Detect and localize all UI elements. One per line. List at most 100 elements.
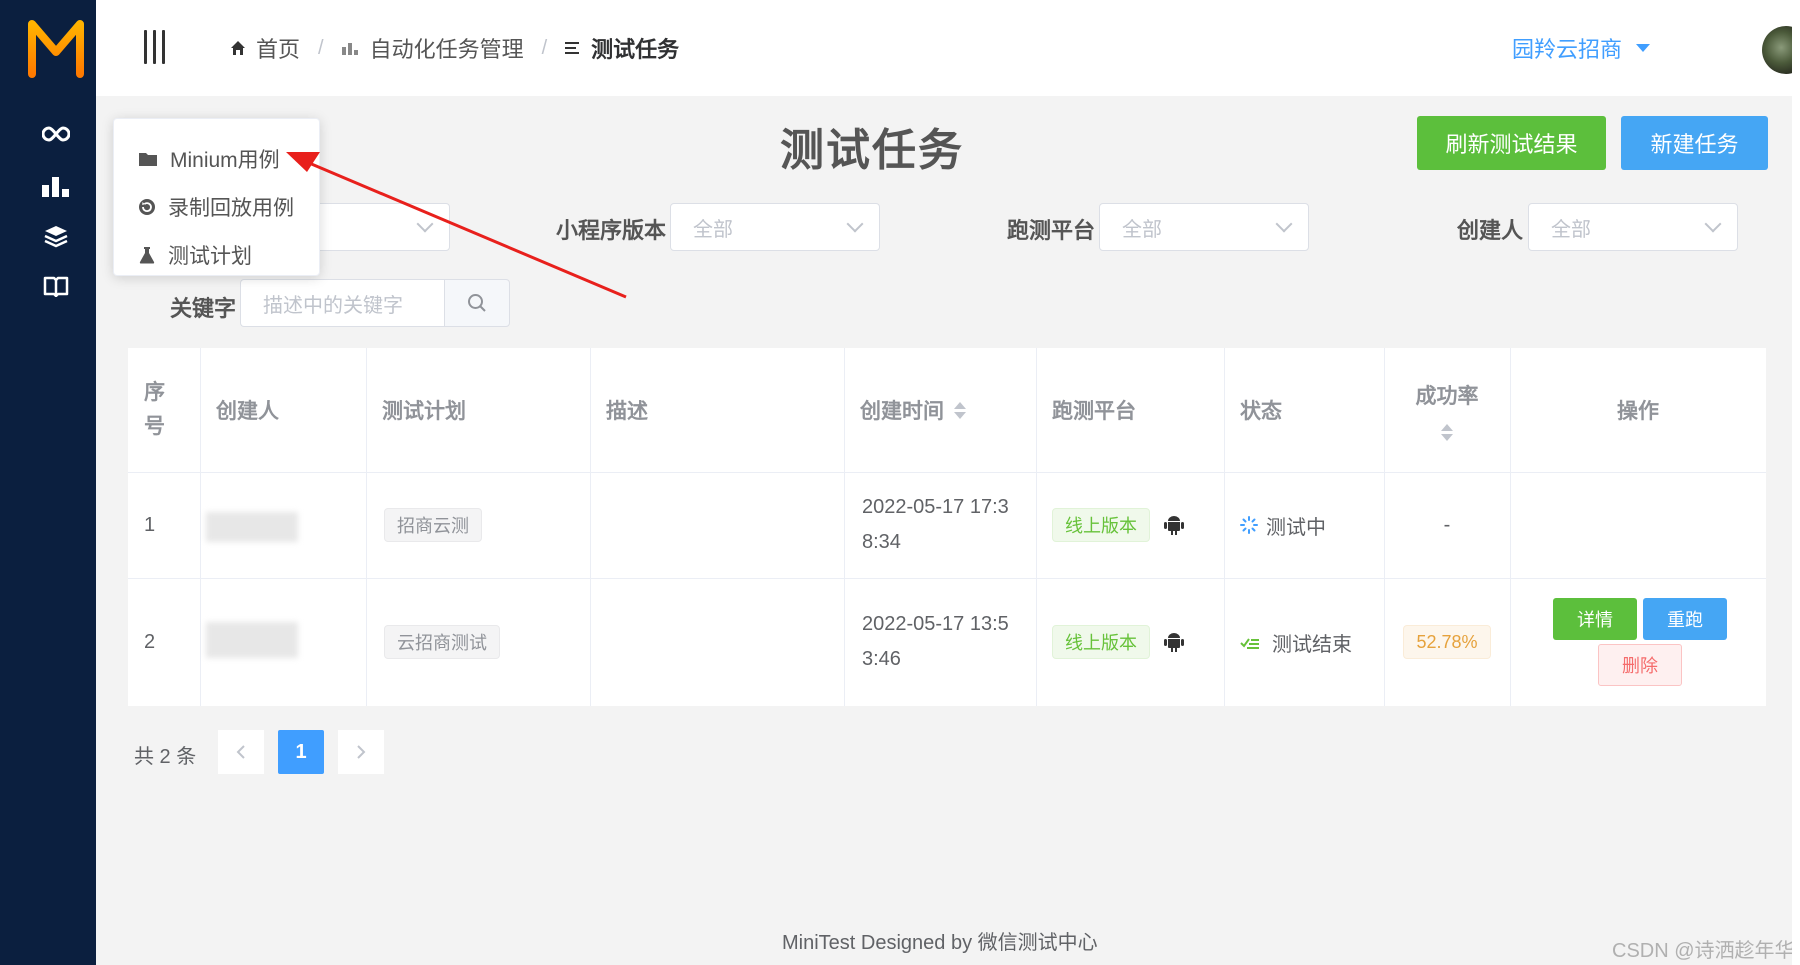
menu-item-minium-cases[interactable]: Minium用例 [114,135,319,183]
footer: MiniTest Designed by 微信测试中心 [782,932,1098,954]
platform-cell: 线上版本 [1052,472,1184,578]
menu-toggle-icon[interactable] [144,30,174,64]
watermark: CSDN @诗洒趁年华 [1612,940,1795,962]
keyword-input[interactable]: 描述中的关键字 [240,279,446,327]
breadcrumb-current: 测试任务 [565,32,679,64]
time-line: 8:34 [862,531,901,553]
next-page-button[interactable] [338,730,384,774]
platform-label: 跑测平台 [1007,218,1096,243]
book-icon[interactable] [38,268,74,304]
app-logo-icon[interactable] [28,16,84,80]
rerun-button[interactable]: 重跑 [1643,598,1727,640]
menu-item-record-replay[interactable]: 录制回放用例 [114,183,319,231]
chevron-down-icon [1275,215,1293,233]
creator-name-blurred [206,512,298,542]
status-cell: 测试中 [1240,472,1326,578]
platform-cell: 线上版本 [1052,578,1184,706]
platform-value: 全部 [1122,218,1162,241]
breadcrumb-separator: / [318,36,324,59]
time-line: 2022-05-17 17:3 [862,496,1009,518]
breadcrumb-automation[interactable]: 自动化任务管理 [341,32,524,64]
col-status: 状态 [1240,400,1282,423]
chevron-down-icon [416,215,434,233]
list-icon [565,42,580,54]
breadcrumb-home[interactable]: 首页 [230,32,300,64]
platform-select[interactable]: 全部 [1099,203,1309,251]
infinity-icon[interactable] [38,116,74,152]
creator-name-blurred [206,622,298,658]
check-list-icon [1240,638,1259,649]
chevron-left-icon [236,745,245,759]
creator-select[interactable]: 全部 [1528,203,1738,251]
col-test-plan: 测试计划 [382,400,466,423]
creator-value: 全部 [1551,218,1591,241]
keyword-placeholder: 描述中的关键字 [263,294,403,317]
layers-icon[interactable] [38,218,74,254]
chevron-down-icon [846,215,864,233]
prev-page-button[interactable] [218,730,264,774]
page-title: 测试任务 [780,126,964,175]
breadcrumb-label: 自动化任务管理 [369,37,524,62]
org-name: 园羚云招商 [1512,37,1623,62]
sort-icon[interactable] [1441,423,1453,441]
sidebar [0,0,96,965]
created-time-cell: 2022-05-17 17:3 8:34 [862,472,1009,578]
android-icon [1164,516,1184,535]
sort-icon[interactable] [954,401,966,419]
pagination-total: 共 2 条 [134,746,197,768]
breadcrumb-label: 测试任务 [591,37,680,62]
flask-icon [139,247,155,264]
col-creator: 创建人 [216,400,279,423]
status-cell: 测试结束 [1240,578,1352,706]
org-switcher[interactable]: 园羚云招商 [1512,32,1651,64]
col-created-time[interactable]: 创建时间 [860,348,966,472]
breadcrumb: 首页 / 自动化任务管理 / 测试任务 [230,30,679,66]
creator-label: 创建人 [1457,218,1524,243]
status-text: 测试中 [1266,516,1326,539]
home-icon [231,41,245,55]
time-line: 3:46 [862,648,901,670]
test-plan-cell: 云招商测试 [384,578,500,706]
row-index: 2 [144,630,156,653]
delete-button[interactable]: 删除 [1598,644,1682,686]
platform-tag: 线上版本 [1052,508,1150,542]
chevron-right-icon [357,745,366,759]
version-value: 全部 [693,218,733,241]
test-plan-tag: 招商云测 [384,508,482,542]
new-task-button[interactable]: 新建任务 [1621,116,1768,170]
search-button[interactable] [444,279,510,327]
version-select[interactable]: 全部 [670,203,880,251]
breadcrumb-label: 首页 [256,37,301,62]
time-line: 2022-05-17 13:5 [862,613,1009,635]
success-rate-cell: 52.78% [1384,578,1510,706]
chevron-down-icon [1704,215,1722,233]
breadcrumb-separator: / [541,36,548,59]
android-icon [1164,633,1184,652]
loading-icon [1240,516,1258,534]
test-plan-tag: 云招商测试 [384,625,500,659]
row-index: 1 [144,513,156,536]
bar-chart-icon[interactable] [38,168,74,204]
refresh-results-button[interactable]: 刷新测试结果 [1417,116,1606,170]
detail-button[interactable]: 详情 [1553,598,1637,640]
col-actions: 操作 [1617,400,1659,423]
right-edge [1792,0,1800,965]
menu-item-label: Minium用例 [170,149,280,172]
menu-item-test-plan[interactable]: 测试计划 [114,231,319,279]
test-plan-cell: 招商云测 [384,472,482,578]
platform-tag: 线上版本 [1052,625,1150,659]
keyword-label: 关键字 [170,296,237,321]
page-1-button[interactable]: 1 [278,730,324,774]
col-label: 创建时间 [860,400,944,423]
folder-icon [139,153,157,166]
status-text: 测试结束 [1272,633,1352,656]
col-label: 成功率 [1415,384,1479,408]
col-success-rate[interactable]: 成功率 [1384,348,1510,472]
task-table: 序号 创建人 测试计划 描述 创建时间 跑测平台 状态 成功率 操作 1 招商云… [128,348,1766,706]
replay-icon [139,199,155,215]
menu-item-label: 测试计划 [168,245,252,268]
version-label: 小程序版本 [556,218,667,243]
search-icon [468,294,486,312]
bar-chart-icon [341,43,358,55]
col-index: 序号 [144,381,165,438]
